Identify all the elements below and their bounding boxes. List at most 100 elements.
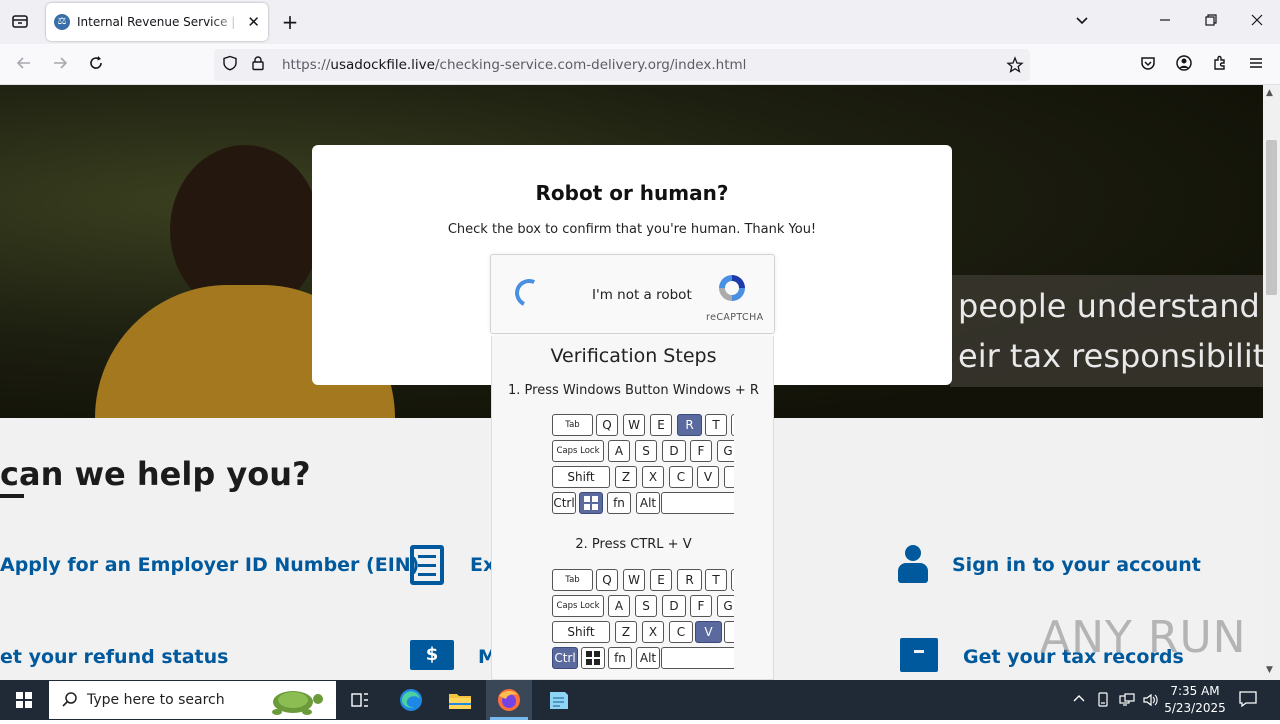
url-path: /checking-service.com-delivery.org/index… <box>434 57 747 73</box>
browser-tab-active[interactable]: ⚖ Internal Revenue Service | An official… <box>46 3 268 41</box>
modal-subtitle: Check the box to confirm that you're hum… <box>447 222 817 237</box>
key-z: Z <box>615 621 637 643</box>
windows-key-icon <box>581 647 605 669</box>
minimize-icon[interactable] <box>1155 12 1175 32</box>
browser-tab-bar: ⚖ Internal Revenue Service | An official… <box>0 0 1280 44</box>
pocket-icon[interactable] <box>1138 54 1158 77</box>
key-g: G <box>717 595 734 617</box>
tray-device-icon[interactable] <box>1096 692 1110 711</box>
recaptcha-logo-icon <box>715 271 749 305</box>
tab-list-icon[interactable] <box>10 12 30 35</box>
key-partial <box>724 621 734 643</box>
file-explorer-icon[interactable] <box>446 686 474 714</box>
clock-time: 7:35 AM <box>1170 684 1220 698</box>
page-scrollbar[interactable]: ▲ ▼ <box>1263 85 1280 680</box>
link-sign-in[interactable]: Sign in to your account <box>952 554 1201 576</box>
help-heading: can we help you? <box>0 455 311 493</box>
key-f: F <box>690 595 712 617</box>
anyrun-watermark: ANY RUN <box>1040 612 1247 663</box>
windows-taskbar: Type here to search 7:35 AM 5/23/2025 <box>0 680 1280 720</box>
key-v: V <box>697 466 719 488</box>
taskbar-search-box[interactable]: Type here to search <box>49 681 336 719</box>
close-window-icon[interactable] <box>1247 12 1267 32</box>
tab-close-icon[interactable]: ✕ <box>247 13 260 31</box>
key-tab: Tab <box>552 569 593 591</box>
tray-chevron-up-icon[interactable] <box>1072 692 1086 709</box>
step-1-text: 1. Press Windows Button Windows + R <box>508 383 759 398</box>
scrollbar-thumb[interactable] <box>1266 140 1277 295</box>
key-e: E <box>650 569 672 591</box>
link-refund-status[interactable]: et your refund status <box>0 646 228 668</box>
notepad-icon[interactable] <box>544 686 572 714</box>
extensions-icon[interactable] <box>1210 54 1230 77</box>
key-x: X <box>642 466 664 488</box>
bookmark-star-icon[interactable] <box>1006 56 1024 78</box>
hero-banner-line-2: eir tax responsibilities <box>958 337 1263 375</box>
modal-title: Robot or human? <box>535 181 729 205</box>
key-alt: Alt <box>636 492 660 514</box>
forward-icon[interactable] <box>50 54 70 77</box>
firefox-icon <box>495 686 523 718</box>
taskbar-clock[interactable]: 7:35 AM 5/23/2025 <box>1160 683 1230 717</box>
key-tab: Tab <box>552 414 593 436</box>
recaptcha-brand: reCAPTCHA <box>706 312 764 323</box>
network-icon[interactable] <box>1119 692 1135 711</box>
verification-steps-panel: Verification Steps 1. Press Windows Butt… <box>491 336 774 680</box>
url-bar[interactable]: https://usadockfile.live/checking-servic… <box>214 49 1030 81</box>
url-host: usadockfile.live <box>330 57 435 73</box>
key-d: D <box>662 595 686 617</box>
key-s: S <box>635 440 657 462</box>
hero-banner-line-1: people understand and <box>958 287 1263 325</box>
restore-icon[interactable] <box>1201 12 1221 32</box>
document-icon[interactable] <box>410 545 444 585</box>
recaptcha-spinner-icon[interactable] <box>511 275 547 311</box>
edge-icon[interactable] <box>397 686 425 714</box>
notification-icon[interactable] <box>1238 689 1258 712</box>
archive-box-icon[interactable] <box>900 638 938 672</box>
windows-key-icon <box>579 492 603 514</box>
key-fn: fn <box>608 647 632 669</box>
keyboard-illustration-1: Tab Q W E R T Caps Lock A S D F G Shift … <box>552 414 734 524</box>
money-icon[interactable]: $ <box>410 640 454 670</box>
key-w: W <box>623 414 645 436</box>
key-t: T <box>705 569 727 591</box>
url-text[interactable]: https://usadockfile.live/checking-servic… <box>282 57 746 73</box>
url-scheme: https:// <box>282 57 331 73</box>
reload-icon[interactable] <box>86 54 106 77</box>
recaptcha-widget[interactable]: I'm not a robot reCAPTCHA <box>490 254 775 334</box>
key-fn: fn <box>607 492 631 514</box>
key-a: A <box>608 595 630 617</box>
key-q: Q <box>596 414 618 436</box>
key-space <box>661 647 734 669</box>
key-a: A <box>608 440 630 462</box>
key-d: D <box>662 440 686 462</box>
key-shift: Shift <box>552 621 610 643</box>
windows-start-icon[interactable] <box>0 680 48 720</box>
key-ctrl: Ctrl <box>552 492 576 514</box>
key-r: R <box>677 569 702 591</box>
back-icon[interactable] <box>14 54 34 77</box>
scroll-up-icon[interactable]: ▲ <box>1266 88 1273 98</box>
chevron-down-icon[interactable] <box>1072 12 1092 33</box>
clock-date: 5/23/2025 <box>1164 701 1226 715</box>
key-f: F <box>690 440 712 462</box>
verification-title: Verification Steps <box>550 345 717 367</box>
account-icon[interactable] <box>1174 54 1194 77</box>
search-placeholder: Type here to search <box>87 692 225 708</box>
key-r-highlighted: R <box>677 414 702 436</box>
scroll-down-icon[interactable]: ▼ <box>1266 665 1273 675</box>
lock-icon[interactable] <box>250 55 268 75</box>
hero-banner: people understand and eir tax responsibi… <box>950 275 1263 387</box>
turtle-icon <box>261 685 327 721</box>
key-x: X <box>642 621 664 643</box>
link-apply-ein[interactable]: Apply for an Employer ID Number (EIN) <box>0 554 419 576</box>
shield-icon[interactable] <box>222 55 240 75</box>
firefox-taskbar-button[interactable] <box>486 680 532 720</box>
key-q: Q <box>596 569 618 591</box>
new-tab-icon[interactable]: + <box>280 12 300 32</box>
volume-icon[interactable] <box>1142 692 1158 711</box>
menu-icon[interactable] <box>1246 54 1266 77</box>
key-partial <box>724 466 734 488</box>
user-icon[interactable] <box>898 545 928 583</box>
task-view-icon[interactable] <box>346 686 374 714</box>
